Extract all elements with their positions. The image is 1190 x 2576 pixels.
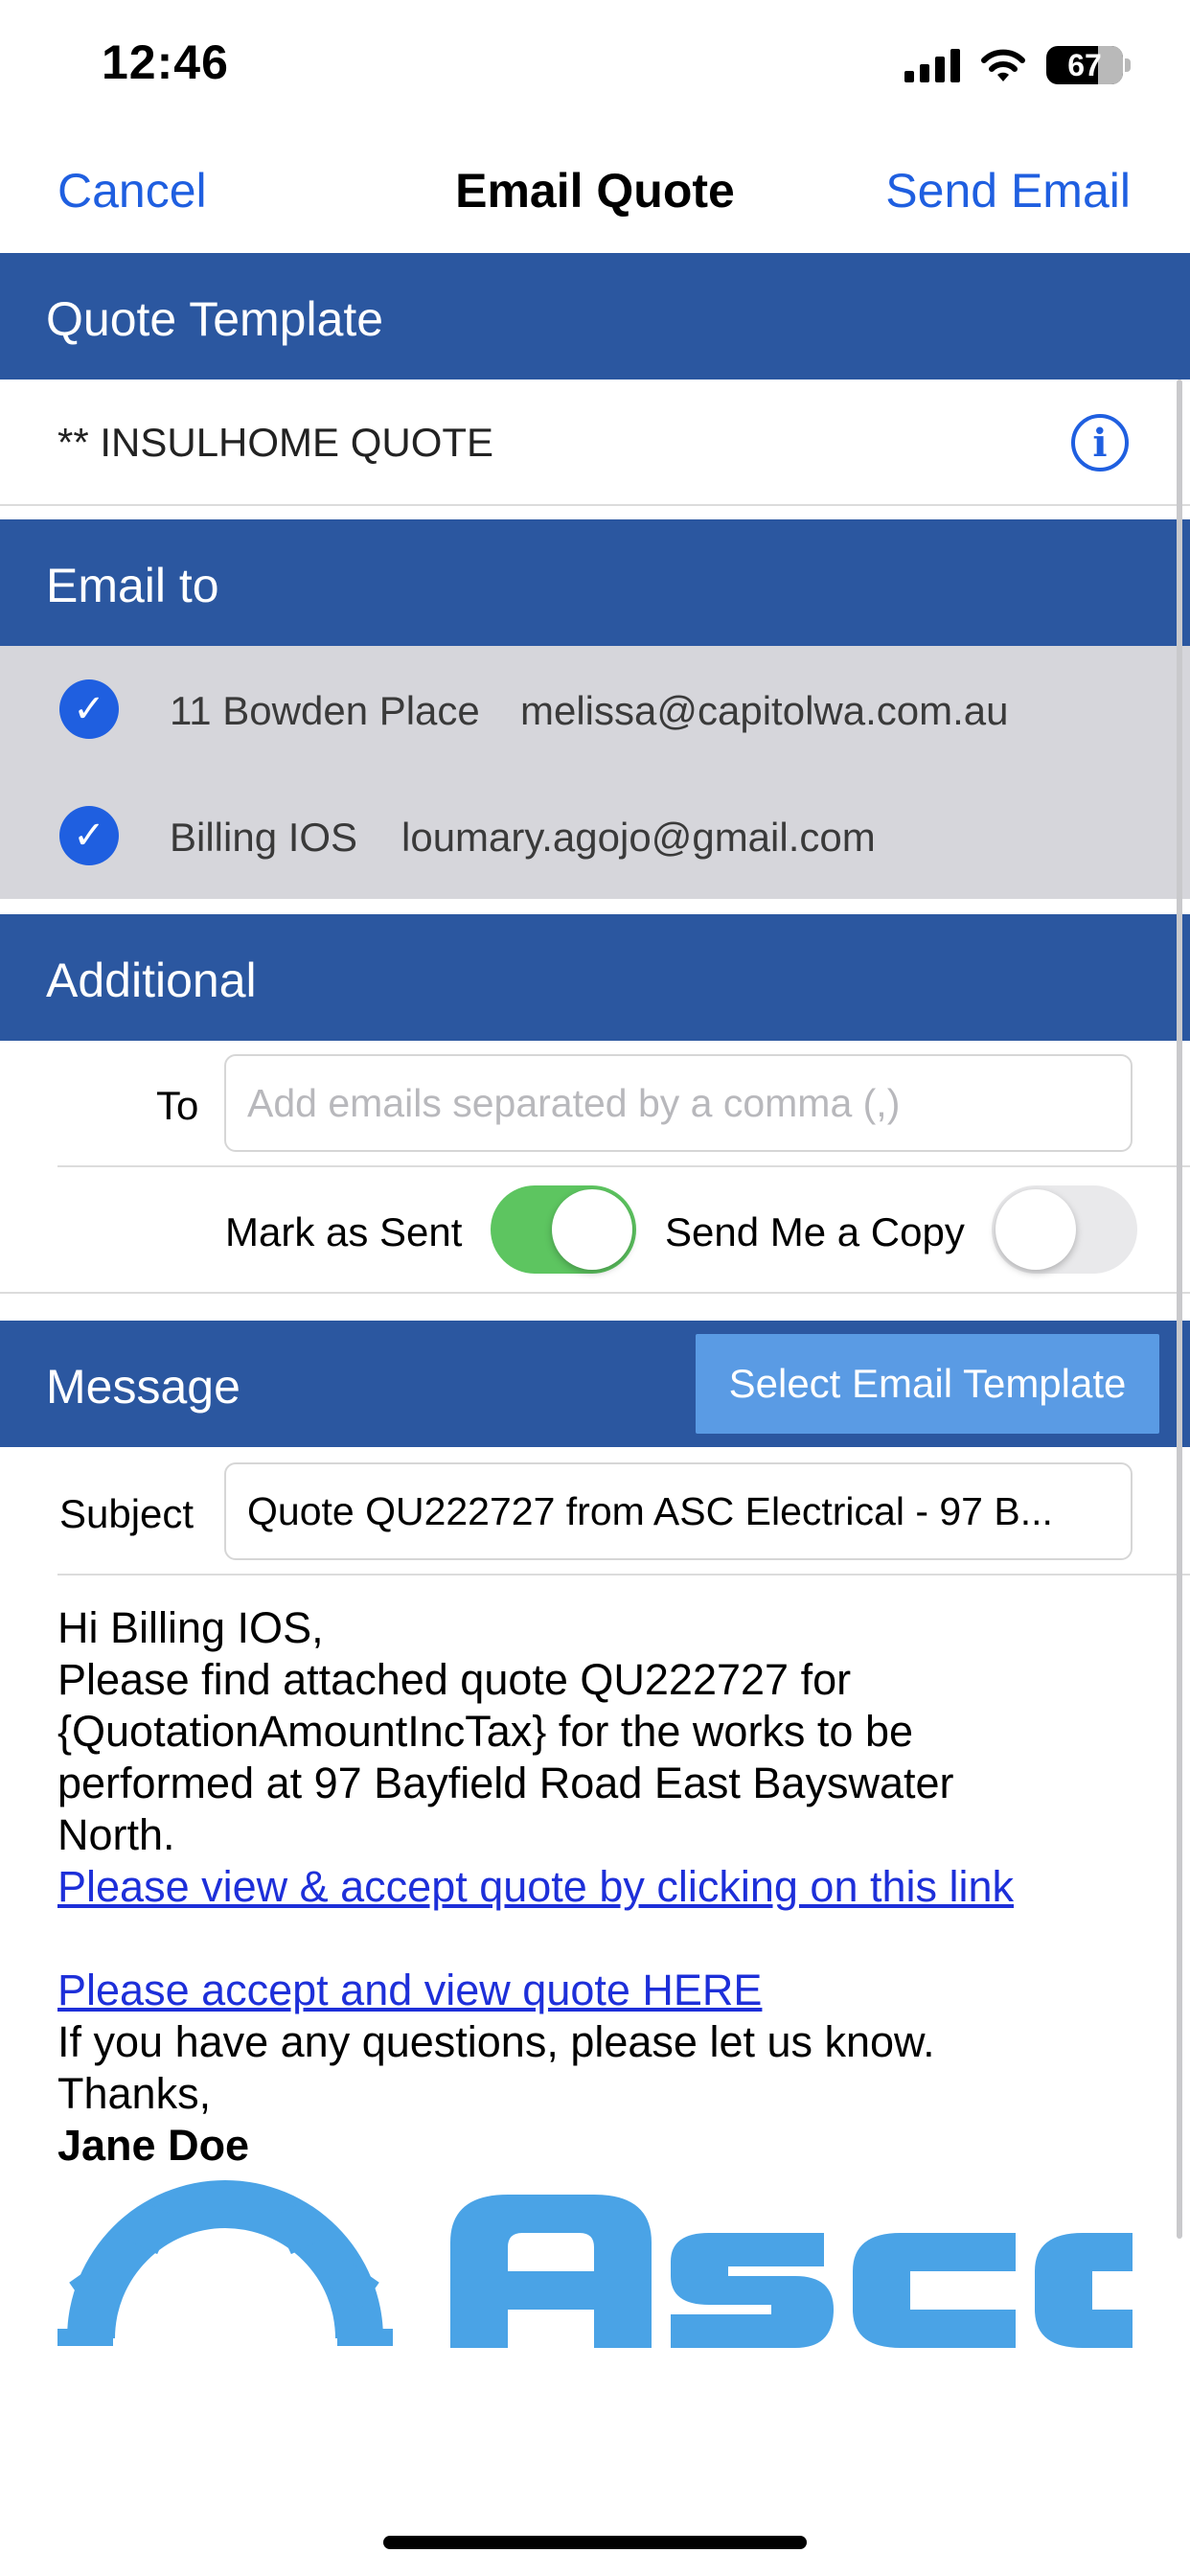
quote-template-header-label: Quote Template — [46, 292, 384, 346]
recipient-name: 11 Bowden Place — [170, 688, 480, 733]
email-to-header-label: Email to — [46, 559, 219, 612]
body-line: If you have any questions, please let us… — [57, 2017, 935, 2066]
send-me-copy-label: Send Me a Copy — [665, 1209, 965, 1254]
additional-header: Additional — [0, 914, 1190, 1041]
message-body[interactable]: Hi Billing IOS, Please find attached quo… — [57, 1602, 1131, 2172]
body-line: Please find attached quote QU222727 for — [57, 1655, 852, 1704]
subject-input-box — [224, 1462, 1133, 1560]
email-to-header: Email to — [0, 519, 1190, 646]
cellular-signal-icon — [904, 48, 960, 82]
checkmark-icon[interactable]: ✓ — [59, 806, 119, 865]
body-line: North. — [57, 1810, 175, 1859]
mark-as-sent-toggle[interactable] — [491, 1185, 636, 1274]
email-recipient-list: ✓ 11 Bowden Place melissa@capitolwa.com.… — [0, 646, 1190, 899]
battery-icon: 67 — [1046, 46, 1131, 84]
battery-percent: 67 — [1067, 47, 1102, 82]
accept-view-quote-link[interactable]: Please accept and view quote HERE — [57, 1966, 762, 2014]
recipient-email: loumary.agojo@gmail.com — [401, 815, 876, 860]
home-indicator[interactable] — [383, 2536, 807, 2549]
info-icon[interactable]: i — [1071, 414, 1129, 472]
body-line: Thanks, — [57, 2069, 212, 2118]
divider — [0, 1292, 1190, 1294]
quote-template-header: Quote Template — [0, 253, 1190, 380]
send-me-copy-toggle[interactable] — [992, 1185, 1137, 1274]
body-line: Hi Billing IOS, — [57, 1603, 324, 1652]
company-logo — [57, 2175, 1133, 2367]
view-accept-quote-link[interactable]: Please view & accept quote by clicking o… — [57, 1862, 1014, 1911]
subject-label: Subject — [59, 1491, 195, 1536]
navigation-bar: Cancel Email Quote Send Email — [0, 134, 1190, 253]
message-header-label: Message — [46, 1360, 240, 1414]
select-email-template-button[interactable]: Select Email Template — [696, 1334, 1159, 1434]
status-bar: 12:46 67 — [0, 0, 1190, 134]
mark-as-sent-label: Mark as Sent — [225, 1209, 463, 1254]
send-email-button[interactable]: Send Email — [885, 163, 1131, 218]
additional-to-input[interactable] — [226, 1056, 1131, 1150]
recipient-name: Billing IOS — [170, 815, 358, 860]
divider — [57, 1165, 1190, 1167]
checkmark-icon[interactable]: ✓ — [59, 679, 119, 739]
divider — [57, 1574, 1190, 1576]
recipient-email: melissa@capitolwa.com.au — [520, 688, 1009, 733]
status-icons: 67 — [904, 42, 1131, 88]
divider — [0, 504, 1190, 506]
additional-header-label: Additional — [46, 954, 257, 1007]
wifi-icon — [981, 49, 1025, 81]
scrollbar[interactable] — [1177, 380, 1182, 2239]
subject-input[interactable] — [226, 1464, 1131, 1558]
to-label: To — [156, 1083, 199, 1128]
status-time: 12:46 — [102, 35, 229, 89]
additional-to-input-box — [224, 1054, 1133, 1152]
body-line: {QuotationAmountIncTax} for the works to… — [57, 1707, 914, 1756]
signature-name: Jane Doe — [57, 2121, 250, 2170]
quote-template-value[interactable]: ** INSULHOME QUOTE — [57, 420, 493, 466]
body-line: performed at 97 Bayfield Road East Baysw… — [57, 1759, 954, 1807]
